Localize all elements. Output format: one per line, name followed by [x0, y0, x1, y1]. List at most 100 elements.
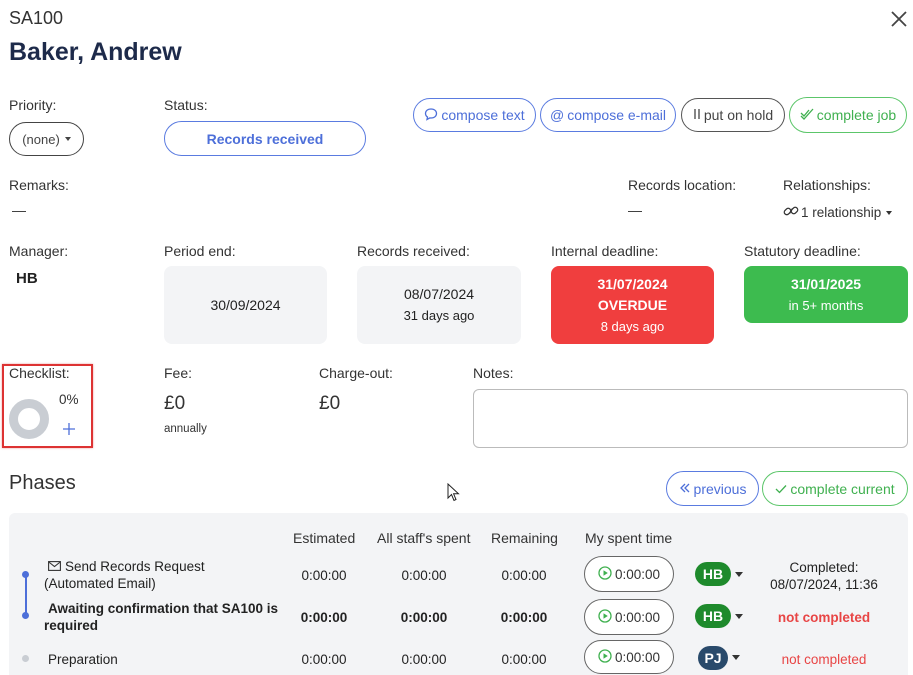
chat-bubble-icon: [424, 107, 438, 124]
envelope-icon: [48, 559, 61, 574]
charge-out-label: Charge-out:: [319, 365, 393, 381]
phase-status-line2: 08/07/2024, 11:36: [770, 577, 878, 592]
phase-name: Send Records Request: [65, 559, 205, 574]
mouse-cursor-icon: [447, 482, 460, 502]
priority-value: (none): [22, 131, 60, 147]
complete-current-button[interactable]: complete current: [762, 471, 908, 506]
phase-status: not completed: [777, 610, 871, 625]
fee-label: Fee:: [164, 365, 193, 381]
phase-my-time: 0:00:00: [614, 566, 661, 582]
statutory-deadline-card[interactable]: 31/01/2025 in 5+ months: [744, 266, 908, 323]
compose-text-button[interactable]: compose text: [413, 98, 536, 132]
previous-phase-button[interactable]: previous: [666, 471, 759, 506]
play-circle-icon: [598, 648, 612, 666]
phase-name-line2: required: [44, 618, 99, 633]
play-circle-icon: [598, 608, 612, 626]
close-icon[interactable]: [888, 8, 910, 30]
records-received-card[interactable]: 08/07/2024 31 days ago: [357, 266, 521, 344]
complete-current-label: complete current: [790, 480, 895, 497]
table-row[interactable]: Send Records Request: [48, 559, 205, 574]
records-received-label: Records received:: [357, 243, 470, 259]
internal-deadline-label: Internal deadline:: [551, 243, 659, 259]
internal-deadline-date: 31/07/2024: [597, 275, 668, 292]
statutory-deadline-remaining: in 5+ months: [788, 297, 864, 313]
notes-label: Notes:: [473, 365, 514, 381]
remarks-value[interactable]: —: [12, 202, 26, 218]
phase-timer-button[interactable]: 0:00:00: [584, 556, 674, 592]
put-on-hold-button[interactable]: put on hold: [681, 98, 785, 132]
phase-dot-3: [22, 655, 29, 662]
phase-remaining: 0:00:00: [500, 610, 548, 625]
relationships-label: Relationships:: [783, 177, 871, 193]
records-location-value[interactable]: —: [628, 202, 642, 218]
caret-down-icon[interactable]: [732, 655, 740, 660]
period-end-card[interactable]: 30/09/2024: [164, 266, 327, 344]
remarks-label: Remarks:: [9, 177, 69, 193]
assignee-avatar[interactable]: HB: [695, 604, 731, 628]
manager-initials[interactable]: HB: [16, 270, 38, 287]
at-sign-icon: @: [549, 107, 565, 123]
internal-deadline-ago: 8 days ago: [600, 318, 665, 334]
link-icon: [783, 204, 799, 221]
priority-dropdown[interactable]: (none): [9, 122, 84, 156]
complete-job-label: complete job: [816, 107, 897, 123]
compose-text-label: compose text: [441, 107, 525, 123]
col-estimated: Estimated: [293, 530, 356, 546]
records-location-label: Records location:: [628, 177, 737, 193]
caret-down-icon[interactable]: [735, 614, 743, 619]
phase-my-time: 0:00:00: [614, 609, 661, 625]
previous-label: previous: [693, 480, 747, 497]
phase-timer-button[interactable]: 0:00:00: [584, 640, 674, 674]
phase-all-spent: 0:00:00: [401, 568, 447, 583]
notes-textarea[interactable]: [473, 389, 908, 448]
manager-label: Manager:: [9, 243, 69, 259]
phase-estimated: 0:00:00: [300, 610, 348, 625]
phase-status-line1: Completed:: [789, 560, 859, 575]
check-icon: [775, 481, 787, 497]
double-chevron-left-icon: [679, 481, 691, 497]
phase-remaining: 0:00:00: [501, 568, 547, 583]
assignee-avatar[interactable]: PJ: [698, 646, 728, 670]
phase-dot-2: [22, 612, 29, 619]
relationships-dropdown[interactable]: 1 relationship: [783, 204, 893, 221]
compose-email-label: compose e-mail: [567, 107, 667, 123]
checklist-percent: 0%: [59, 392, 79, 407]
period-end-label: Period end:: [164, 243, 236, 259]
phase-all-spent: 0:00:00: [400, 610, 448, 625]
statutory-deadline-date: 31/01/2025: [790, 275, 862, 292]
records-received-ago: 31 days ago: [403, 308, 475, 323]
phases-title: Phases: [9, 472, 76, 494]
col-all-staff-spent: All staff's spent: [377, 530, 471, 546]
phase-remaining: 0:00:00: [501, 652, 547, 667]
phase-status: Completed: 08/07/2024, 11:36: [760, 559, 888, 593]
complete-job-button[interactable]: complete job: [789, 97, 907, 133]
checklist-label: Checklist:: [9, 365, 70, 381]
pause-icon: [693, 107, 701, 123]
charge-out-value[interactable]: £0: [319, 393, 340, 415]
double-check-icon: [800, 107, 814, 123]
checklist-progress-ring: [9, 399, 49, 439]
phase-name[interactable]: Awaiting confirmation that SA100 is: [48, 601, 278, 616]
phase-name-line2: (Automated Email): [44, 576, 156, 591]
phase-all-spent: 0:00:00: [401, 652, 447, 667]
compose-email-button[interactable]: @ compose e-mail: [540, 98, 676, 132]
fee-value[interactable]: £0: [164, 393, 185, 415]
phase-name[interactable]: Preparation: [48, 652, 118, 667]
add-checklist-icon[interactable]: [61, 421, 77, 437]
internal-deadline-card[interactable]: 31/07/2024 OVERDUE 8 days ago: [551, 266, 714, 344]
fee-period: annually: [164, 423, 207, 435]
phase-timer-button[interactable]: 0:00:00: [584, 599, 674, 635]
phase-estimated: 0:00:00: [301, 568, 347, 583]
phase-timeline: [25, 574, 27, 616]
client-name[interactable]: Baker, Andrew: [9, 38, 182, 67]
caret-down-icon[interactable]: [735, 572, 743, 577]
status-label: Status:: [164, 97, 208, 113]
phase-my-time: 0:00:00: [614, 649, 661, 665]
status-button[interactable]: Records received: [164, 121, 366, 156]
col-remaining: Remaining: [491, 530, 558, 546]
relationships-value: 1 relationship: [801, 205, 882, 220]
internal-deadline-state: OVERDUE: [597, 296, 668, 313]
records-received-date: 08/07/2024: [403, 286, 475, 302]
caret-down-icon: [64, 137, 71, 141]
assignee-avatar[interactable]: HB: [695, 562, 731, 586]
